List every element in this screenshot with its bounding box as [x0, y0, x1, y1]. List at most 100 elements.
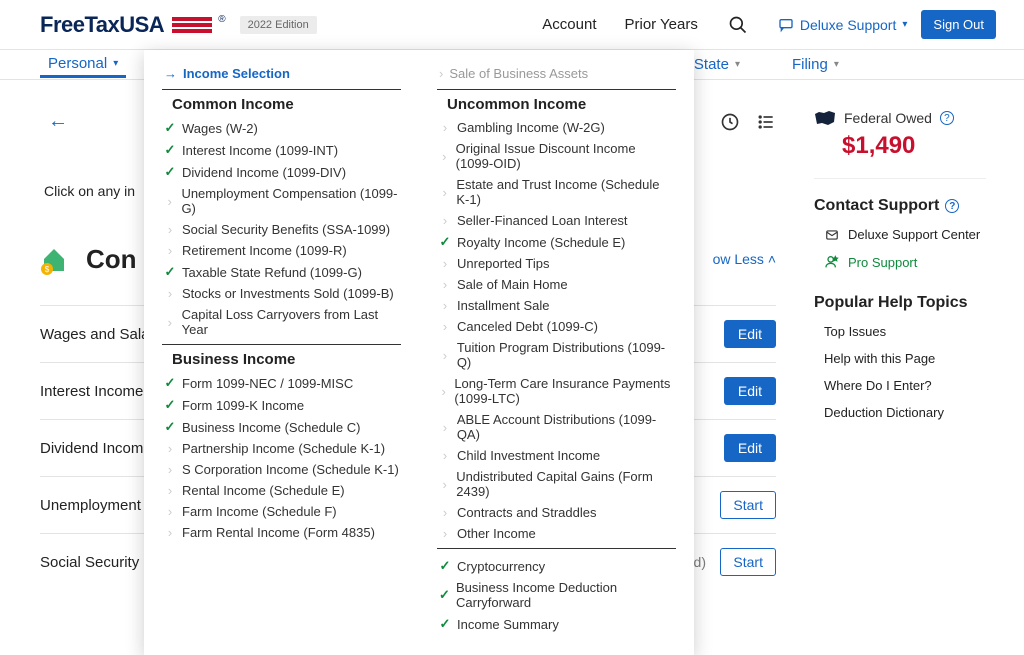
show-less-link[interactable]: ow Less ˄ — [713, 251, 776, 267]
help-icon[interactable]: ? — [940, 111, 954, 125]
chevron-down-icon: ▾ — [735, 59, 740, 70]
dropdown-item[interactable]: ›Rental Income (Schedule E) — [162, 480, 401, 501]
logo-text-a: FreeTax — [40, 12, 119, 37]
sign-out-button[interactable]: Sign Out — [921, 10, 996, 39]
check-icon: ✓ — [164, 397, 176, 413]
dropdown-item[interactable]: ›Social Security Benefits (SSA-1099) — [162, 219, 401, 240]
arrow-right-icon: → — [164, 66, 177, 81]
dropdown-item[interactable]: ›Original Issue Discount Income (1099-OI… — [437, 138, 676, 174]
dropdown-item[interactable]: ✓ Cryptocurrency — [437, 555, 676, 577]
prior-years-link[interactable]: Prior Years — [624, 16, 697, 33]
edit-button[interactable]: Edit — [724, 377, 776, 405]
dropdown-item[interactable]: ›Seller-Financed Loan Interest — [437, 210, 676, 231]
search-icon[interactable] — [728, 15, 748, 35]
nav-state[interactable]: State▾ — [686, 52, 748, 77]
dropdown-item[interactable]: ›S Corporation Income (Schedule K-1) — [162, 459, 401, 480]
dropdown-item[interactable]: ›Unreported Tips — [437, 253, 676, 274]
dropdown-item-label: Farm Income (Schedule F) — [182, 504, 337, 519]
dropdown-item[interactable]: ›Stocks or Investments Sold (1099-B) — [162, 283, 401, 304]
dropdown-item[interactable]: ✓Dividend Income (1099-DIV) — [162, 161, 401, 183]
dropdown-item[interactable]: ›Tuition Program Distributions (1099-Q) — [437, 337, 676, 373]
dropdown-item[interactable]: › Other Income — [437, 523, 676, 544]
contact-support-title: Contact Support? — [814, 197, 986, 215]
back-arrow-icon[interactable]: ← — [48, 110, 68, 133]
help-topic-link[interactable]: Where Do I Enter? — [824, 378, 986, 393]
dropdown-item-label: Long-Term Care Insurance Payments (1099-… — [454, 376, 676, 406]
dropdown-item[interactable]: ✓Wages (W-2) — [162, 117, 401, 139]
edit-button[interactable]: Edit — [724, 320, 776, 348]
bullet-icon: › — [439, 319, 451, 334]
logo[interactable]: FreeTaxUSA ® — [40, 12, 226, 38]
dropdown-item[interactable]: ›ABLE Account Distributions (1099-QA) — [437, 409, 676, 445]
dropdown-item[interactable]: ›Gambling Income (W-2G) — [437, 117, 676, 138]
bullet-icon: › — [164, 243, 176, 258]
bullet-icon: › — [439, 526, 451, 541]
dropdown-section-title: Common Income — [172, 96, 401, 113]
dropdown-item[interactable]: ✓ Form 1099-NEC / 1099-MISC — [162, 372, 401, 394]
check-icon: ✓ — [439, 558, 451, 574]
dropdown-item-label: Cryptocurrency — [457, 559, 545, 574]
check-icon: ✓ — [164, 120, 176, 136]
start-button[interactable]: Start — [720, 548, 776, 576]
dropdown-lead[interactable]: →Income Selection — [162, 66, 401, 85]
edition-badge: 2022 Edition — [240, 16, 317, 34]
dropdown-item[interactable]: ✓Taxable State Refund (1099-G) — [162, 261, 401, 283]
check-icon: ✓ — [164, 375, 176, 391]
dropdown-item[interactable]: ›Estate and Trust Income (Schedule K-1) — [437, 174, 676, 210]
dropdown-item[interactable]: ›Retirement Income (1099-R) — [162, 240, 401, 261]
dropdown-item[interactable]: ›Canceled Debt (1099-C) — [437, 316, 676, 337]
dropdown-item[interactable]: ›Capital Loss Carryovers from Last Year — [162, 304, 401, 340]
help-topic-link[interactable]: Help with this Page — [824, 351, 986, 366]
dropdown-item[interactable]: ›Farm Rental Income (Form 4835) — [162, 522, 401, 543]
dropdown-item-label: Business Income Deduction Carryforward — [456, 580, 676, 610]
dropdown-item[interactable]: ›Installment Sale — [437, 295, 676, 316]
bullet-icon: › — [439, 277, 451, 292]
check-icon: ✓ — [439, 234, 451, 250]
dropdown-item[interactable]: ✓Business Income Deduction Carryforward — [437, 577, 676, 613]
account-link[interactable]: Account — [542, 16, 596, 33]
dropdown-lead[interactable]: ›Sale of Business Assets — [437, 66, 676, 85]
dropdown-item[interactable]: ✓Income Summary — [437, 613, 676, 635]
start-button[interactable]: Start — [720, 491, 776, 519]
logo-stripes-icon — [172, 17, 212, 33]
dropdown-item-label: Income Summary — [457, 617, 559, 632]
dropdown-item-label: Installment Sale — [457, 298, 550, 313]
deluxe-support-center-link[interactable]: Deluxe Support Center — [824, 227, 986, 242]
check-icon: ✓ — [164, 142, 176, 158]
dropdown-item[interactable]: ›Farm Income (Schedule F) — [162, 501, 401, 522]
dropdown-item-label: Social Security Benefits (SSA-1099) — [182, 222, 390, 237]
dropdown-item-label: Estate and Trust Income (Schedule K-1) — [456, 177, 676, 207]
help-topic-link[interactable]: Top Issues — [824, 324, 986, 339]
dropdown-item[interactable]: ›Child Investment Income — [437, 445, 676, 466]
help-topic-link[interactable]: Deduction Dictionary — [824, 405, 986, 420]
edit-button[interactable]: Edit — [724, 434, 776, 462]
dropdown-item-label: Unemployment Compensation (1099-G) — [181, 186, 401, 216]
bullet-icon: › — [164, 483, 176, 498]
dropdown-item-label: Form 1099-NEC / 1099-MISC — [182, 376, 353, 391]
main-content: ← Click on any in $ Con ow Less ˄ Wages … — [28, 80, 796, 590]
dropdown-item[interactable]: ✓Business Income (Schedule C) — [162, 416, 401, 438]
dropdown-item[interactable]: ›Contracts and Straddles — [437, 502, 676, 523]
dropdown-item[interactable]: ›Sale of Main Home — [437, 274, 676, 295]
pro-support-link[interactable]: Pro Support — [824, 254, 986, 270]
dropdown-item[interactable]: ›Undistributed Capital Gains (Form 2439) — [437, 466, 676, 502]
dropdown-item-label: Interest Income (1099-INT) — [182, 143, 338, 158]
help-icon[interactable]: ? — [945, 199, 959, 213]
dropdown-item[interactable]: ›Partnership Income (Schedule K-1) — [162, 438, 401, 459]
dropdown-item[interactable]: ›Long-Term Care Insurance Payments (1099… — [437, 373, 676, 409]
chevron-down-icon: ▾ — [113, 58, 118, 69]
dropdown-item-label: Taxable State Refund (1099-G) — [182, 265, 362, 280]
dropdown-item[interactable]: ✓Royalty Income (Schedule E) — [437, 231, 676, 253]
logo-text-b: USA — [119, 12, 164, 37]
dropdown-item[interactable]: ✓Form 1099-K Income — [162, 394, 401, 416]
dropdown-item[interactable]: ✓ Interest Income (1099-INT) — [162, 139, 401, 161]
dropdown-item[interactable]: ›Unemployment Compensation (1099-G) — [162, 183, 401, 219]
history-icon[interactable] — [720, 112, 740, 132]
deluxe-support-menu[interactable]: Deluxe Support ▾ — [778, 17, 908, 33]
list-icon[interactable] — [756, 112, 776, 132]
deluxe-label: Deluxe Support — [800, 17, 897, 33]
dropdown-item-label: Partnership Income (Schedule K-1) — [182, 441, 385, 456]
dropdown-item-label: Other Income — [457, 526, 536, 541]
nav-personal[interactable]: Personal▾ — [40, 51, 126, 78]
nav-filing[interactable]: Filing▾ — [784, 52, 847, 77]
